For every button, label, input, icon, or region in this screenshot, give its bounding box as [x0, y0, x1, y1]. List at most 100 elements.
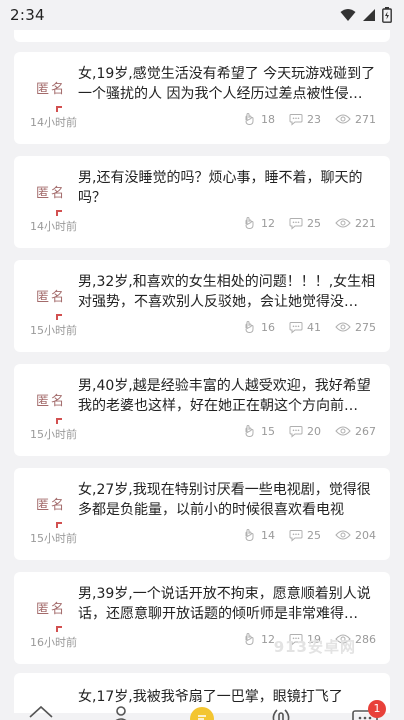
post-stats: 12 25 221: [243, 216, 376, 230]
likes-count: 12: [261, 216, 275, 230]
views-stat: 221: [335, 217, 376, 230]
seal-mark-icon: [56, 106, 62, 112]
hand-icon: [245, 424, 254, 438]
views-count: 271: [355, 112, 376, 126]
status-icons: [340, 7, 392, 23]
anonymous-badge: 匿名: [34, 494, 68, 528]
comments-count: 25: [307, 216, 321, 230]
post-stats: 18 23 271: [243, 112, 376, 126]
comment-icon: [289, 530, 303, 542]
post-feed[interactable]: 匿名 女,19岁,感觉生活没有希望了 今天玩游戏碰到了一个骚扰的人 因为我个人经…: [0, 30, 404, 720]
post-stats: 14 25 204: [243, 528, 376, 542]
likes-count: 16: [261, 320, 275, 334]
anonymous-label: 匿名: [35, 394, 66, 409]
post-time: 16小时前: [30, 636, 77, 649]
anonymous-badge: 匿名: [34, 390, 68, 424]
likes-stat[interactable]: 12: [243, 216, 275, 230]
likes-stat[interactable]: 18: [243, 112, 275, 126]
likes-stat[interactable]: 15: [243, 424, 275, 438]
anonymous-badge: 匿名: [34, 598, 68, 632]
anonymous-label: 匿名: [35, 602, 66, 617]
hand-icon: [245, 320, 254, 334]
post-title: 男,还有没睡觉的吗？烦心事，睡不着，聊天的吗？: [78, 170, 363, 206]
post-time: 14小时前: [30, 220, 77, 233]
comments-count: 20: [307, 424, 321, 438]
tab-people[interactable]: [106, 704, 136, 720]
comment-icon: [289, 218, 303, 230]
eye-icon: [335, 218, 351, 228]
comments-stat[interactable]: 23: [289, 112, 321, 126]
comments-stat[interactable]: 20: [289, 424, 321, 438]
signal-waves-icon: [272, 709, 290, 720]
battery-icon: [382, 7, 392, 23]
wifi-icon: [340, 9, 356, 21]
tab-home[interactable]: [26, 704, 56, 720]
post-title: 男,39岁,一个说话开放不拘束，愿意顺着别人说话，还愿意聊开放话题的倾听师是非常…: [78, 586, 371, 622]
likes-stat[interactable]: 12: [243, 632, 275, 646]
comments-stat[interactable]: 41: [289, 320, 321, 334]
comment-icon: [289, 114, 303, 126]
post-card[interactable]: 匿名 女,19岁,感觉生活没有希望了 今天玩游戏碰到了一个骚扰的人 因为我个人经…: [14, 52, 390, 144]
comments-count: 41: [307, 320, 321, 334]
eye-icon: [335, 322, 351, 332]
anonymous-badge: 匿名: [34, 78, 68, 112]
anonymous-badge: 匿名: [34, 182, 68, 216]
post-time: 15小时前: [30, 532, 77, 545]
post-card[interactable]: 匿名 男,40岁,越是经验丰富的人越受欢迎，我好希望我的老婆也这样，好在她正在朝…: [14, 364, 390, 456]
comments-stat[interactable]: 25: [289, 216, 321, 230]
hand-icon: [245, 112, 254, 126]
post-card[interactable]: 匿名 男,32岁,和喜欢的女生相处的问题！！！,女生相对强势，不喜欢别人反驳她，…: [14, 260, 390, 352]
post-card[interactable]: 匿名 女,27岁,我现在特别讨厌看一些电视剧，觉得很多都是负能量，以前小的时候很…: [14, 468, 390, 560]
hand-icon: [245, 216, 254, 230]
views-stat: 267: [335, 425, 376, 438]
anonymous-label: 匿名: [35, 186, 66, 201]
anonymous-label: 匿名: [35, 498, 66, 513]
seal-mark-icon: [56, 210, 62, 216]
person-icon: [115, 706, 127, 720]
views-count: 204: [355, 528, 376, 542]
post-card[interactable]: 匿名 男,还有没睡觉的吗？烦心事，睡不着，聊天的吗？ 14小时前 12 25 2…: [14, 156, 390, 248]
post-stats: 16 41 275: [243, 320, 376, 334]
likes-count: 15: [261, 424, 275, 438]
watermark: 913安卓网: [273, 638, 356, 656]
views-count: 286: [355, 632, 376, 646]
seal-mark-icon: [56, 314, 62, 320]
list-item-partial-top[interactable]: [14, 30, 390, 42]
tab-messages[interactable]: 1: [350, 700, 386, 720]
comment-icon: [289, 426, 303, 438]
post-title: 男,40岁,越是经验丰富的人越受欢迎，我好希望我的老婆也这样，好在她正在朝这个方…: [78, 378, 371, 414]
post-title: 女,27岁,我现在特别讨厌看一些电视剧，觉得很多都是负能量，以前小的时候很喜欢看…: [78, 482, 371, 518]
anonymous-badge: 匿名: [34, 286, 68, 320]
seal-mark-icon: [56, 626, 62, 632]
cellular-signal-icon: [363, 9, 375, 21]
anonymous-label: 匿名: [35, 290, 66, 305]
views-count: 267: [355, 424, 376, 438]
home-icon: [29, 705, 53, 718]
post-title: 女,19岁,感觉生活没有希望了 今天玩游戏碰到了一个骚扰的人 因为我个人经历过差…: [78, 66, 376, 102]
post-stats: 15 20 267: [243, 424, 376, 438]
bottom-tab-bar: 1: [0, 700, 404, 720]
post-time: 14小时前: [30, 116, 77, 129]
hand-icon: [245, 632, 254, 646]
eye-icon: [335, 530, 351, 540]
eye-icon: [335, 426, 351, 436]
tab-center[interactable]: [187, 704, 217, 720]
tab-voice[interactable]: [266, 704, 296, 720]
comments-count: 23: [307, 112, 321, 126]
post-title: 男,32岁,和喜欢的女生相处的问题！！！,女生相对强势，不喜欢别人反驳她，会让她…: [78, 274, 376, 310]
views-count: 221: [355, 216, 376, 230]
eye-icon: [335, 114, 351, 124]
comment-icon: [289, 322, 303, 334]
likes-stat[interactable]: 14: [243, 528, 275, 542]
status-time: 2:34: [10, 6, 45, 24]
post-time: 15小时前: [30, 428, 77, 441]
views-stat: 275: [335, 321, 376, 334]
likes-count: 18: [261, 112, 275, 126]
views-count: 275: [355, 320, 376, 334]
hand-icon: [245, 528, 254, 542]
likes-stat[interactable]: 16: [243, 320, 275, 334]
comments-stat[interactable]: 25: [289, 528, 321, 542]
center-action-icon: [190, 707, 214, 720]
post-time: 15小时前: [30, 324, 77, 337]
views-stat: 271: [335, 113, 376, 126]
